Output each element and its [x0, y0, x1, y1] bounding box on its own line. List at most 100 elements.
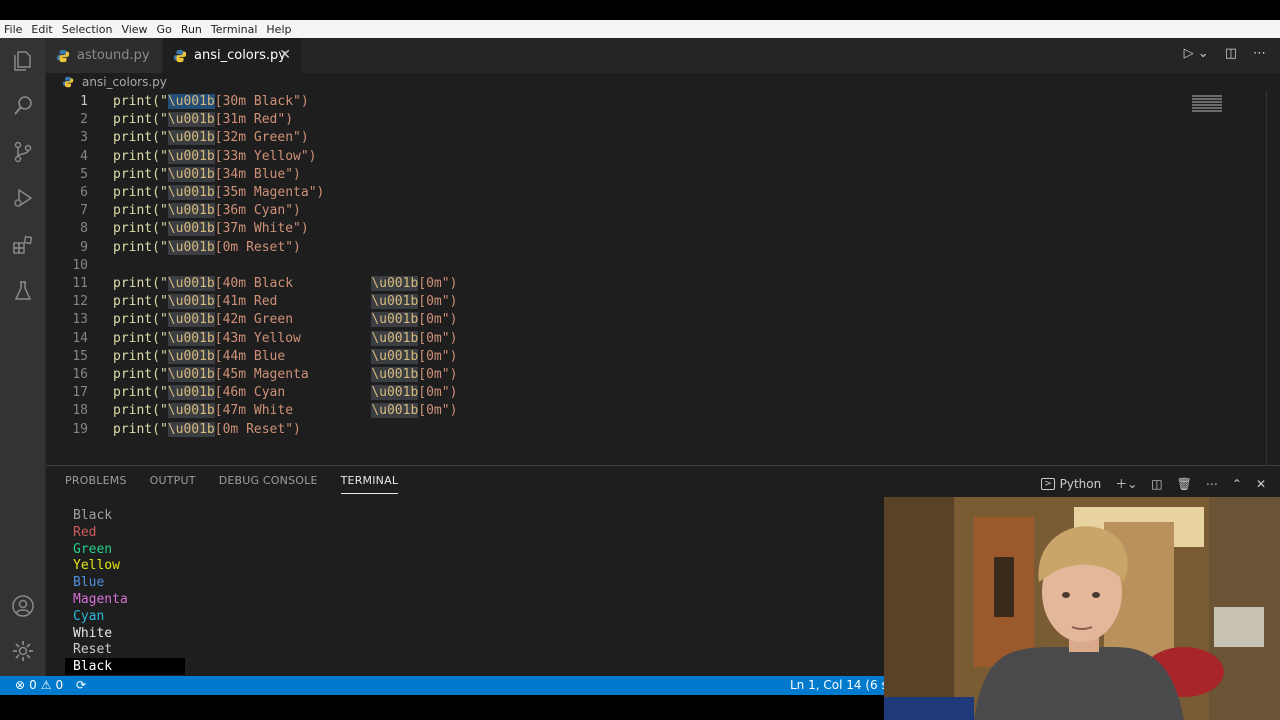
- code-token: \u001b: [167, 94, 215, 109]
- panel-tabs: PROBLEMS OUTPUT DEBUG CONSOLE TERMINAL: [65, 474, 399, 494]
- testing-icon[interactable]: [8, 276, 38, 306]
- menu-item[interactable]: View: [121, 23, 147, 36]
- code-line[interactable]: 16 print("\u001b[45m Magenta \u001b[0m"): [46, 366, 1186, 384]
- error-count: 0: [29, 678, 37, 692]
- panel-tab-debug-console[interactable]: DEBUG CONSOLE: [219, 474, 318, 494]
- minimap[interactable]: [1192, 95, 1222, 119]
- maximize-panel-icon[interactable]: ⌃: [1232, 477, 1242, 491]
- line-number: 4: [80, 148, 88, 164]
- new-terminal-icon[interactable]: ＋⌄: [1115, 475, 1137, 492]
- warning-count: 0: [55, 678, 64, 692]
- menu-item[interactable]: Go: [157, 23, 172, 36]
- more-actions-icon[interactable]: ⋯: [1206, 477, 1218, 491]
- explorer-icon[interactable]: [8, 46, 38, 76]
- terminal-profile[interactable]: > Python: [1041, 477, 1101, 491]
- code-line[interactable]: 14 print("\u001b[43m Yellow \u001b[0m"): [46, 330, 1186, 348]
- account-icon[interactable]: [8, 591, 38, 621]
- code-line[interactable]: 11 print("\u001b[40m Black \u001b[0m"): [46, 275, 1186, 293]
- code-line[interactable]: 10: [46, 257, 1186, 275]
- tab-astound-py[interactable]: astound.py: [46, 38, 162, 73]
- code-line[interactable]: 8 print("\u001b[37m White"): [46, 220, 1186, 238]
- code-line[interactable]: 6 print("\u001b[35m Magenta"): [46, 184, 1186, 202]
- code-line[interactable]: 19 print("\u001b[0m Reset"): [46, 421, 1186, 439]
- run-debug-icon[interactable]: [8, 183, 38, 213]
- code-line[interactable]: 15 print("\u001b[44m Blue \u001b[0m"): [46, 348, 1186, 366]
- menu-item[interactable]: Help: [266, 23, 291, 36]
- code-token: [0m"): [418, 276, 458, 291]
- line-number: 19: [72, 421, 88, 437]
- code-token: print(": [113, 166, 168, 182]
- settings-gear-icon[interactable]: [8, 636, 38, 666]
- split-terminal-icon[interactable]: ◫: [1151, 477, 1162, 491]
- code-text: print("\u001b[35m Magenta"): [113, 184, 324, 202]
- code-line[interactable]: 7 print("\u001b[36m Cyan"): [46, 202, 1186, 220]
- code-line[interactable]: 17 print("\u001b[46m Cyan \u001b[0m"): [46, 384, 1186, 402]
- code-line[interactable]: 12 print("\u001b[41m Red \u001b[0m"): [46, 293, 1186, 311]
- live-share-icon[interactable]: ⟳: [76, 678, 86, 692]
- line-number: 8: [80, 221, 88, 237]
- code-token: print(": [113, 112, 168, 128]
- code-line[interactable]: 1 print("\u001b[30m Black"): [46, 93, 1186, 111]
- code-line[interactable]: 2 print("\u001b[31m Red"): [46, 111, 1186, 129]
- terminal-output-line: Blue: [73, 575, 105, 591]
- menu-item[interactable]: Selection: [62, 23, 113, 36]
- menu-item[interactable]: Run: [181, 23, 202, 36]
- code-line[interactable]: 4 print("\u001b[33m Yellow"): [46, 148, 1186, 166]
- menu-item[interactable]: Edit: [31, 23, 52, 36]
- close-icon[interactable]: ✕: [279, 47, 291, 63]
- code-text: print("\u001b[43m Yellow \u001b[0m"): [113, 330, 457, 348]
- split-editor-icon[interactable]: ◫: [1225, 46, 1237, 61]
- menu-item[interactable]: File: [4, 23, 22, 36]
- code-token: [35m Magenta: [214, 185, 309, 200]
- panel-tab-terminal[interactable]: TERMINAL: [340, 474, 399, 494]
- code-token: [33m Yellow: [214, 148, 301, 164]
- code-text: print("\u001b[30m Black"): [113, 93, 309, 111]
- panel-tab-output[interactable]: OUTPUT: [150, 474, 196, 494]
- code-token: \u001b: [167, 112, 215, 128]
- code-token: [46m Cyan: [214, 385, 372, 401]
- code-line[interactable]: 18 print("\u001b[47m White \u001b[0m"): [46, 402, 1186, 420]
- breadcrumb[interactable]: ansi_colors.py: [46, 73, 1280, 91]
- code-token: [44m Blue: [214, 348, 372, 364]
- code-token: \u001b: [167, 221, 215, 237]
- warning-icon: ⚠: [40, 678, 52, 692]
- line-number: 1: [80, 94, 88, 109]
- terminal-output-line: White: [73, 625, 113, 641]
- code-token: print(": [113, 330, 168, 346]
- tab-ansi-colors-py[interactable]: ansi_colors.py ✕: [163, 38, 301, 73]
- code-token: "): [300, 148, 317, 164]
- search-icon[interactable]: [8, 91, 38, 121]
- code-text: print("\u001b[34m Blue"): [113, 166, 301, 184]
- editor-scrollbar[interactable]: [1266, 91, 1280, 465]
- kill-terminal-icon[interactable]: 🗑: [1177, 477, 1192, 491]
- menu-item[interactable]: Terminal: [211, 23, 258, 36]
- code-line[interactable]: 13 print("\u001b[42m Green \u001b[0m"): [46, 311, 1186, 329]
- extensions-icon[interactable]: [8, 230, 38, 260]
- code-line[interactable]: 9 print("\u001b[0m Reset"): [46, 239, 1186, 257]
- webcam-person-image: [884, 497, 1280, 720]
- code-token: "): [285, 203, 301, 219]
- code-line[interactable]: 5 print("\u001b[34m Blue"): [46, 166, 1186, 184]
- source-control-icon[interactable]: [8, 137, 38, 167]
- python-file-icon: [62, 76, 74, 88]
- code-token: [32m Green: [214, 130, 294, 146]
- code-text: print("\u001b[36m Cyan"): [113, 202, 301, 220]
- code-editor[interactable]: 1 print("\u001b[30m Black") 2 print("\u001b…: [46, 91, 1280, 465]
- code-line[interactable]: 3 print("\u001b[32m Green"): [46, 129, 1186, 147]
- breadcrumb-file[interactable]: ansi_colors.py: [82, 75, 167, 89]
- code-token: [0m Reset: [214, 239, 286, 255]
- code-token: print(": [113, 94, 168, 109]
- code-token: print(": [113, 130, 168, 146]
- close-panel-icon[interactable]: ✕: [1256, 477, 1266, 491]
- run-file-icon[interactable]: ▷ ⌄: [1184, 46, 1209, 61]
- more-actions-icon[interactable]: ⋯: [1253, 46, 1266, 61]
- code-token: \u001b: [371, 294, 419, 310]
- panel-tab-problems[interactable]: PROBLEMS: [65, 474, 127, 494]
- code-token: [0m"): [418, 367, 458, 382]
- code-token: [30m Black: [214, 94, 294, 109]
- problems-status[interactable]: ⊗ 0 ⚠ 0: [15, 678, 63, 692]
- line-number: 2: [80, 112, 88, 128]
- code-token: [36m Cyan: [214, 203, 286, 219]
- terminal-output-line: Magenta: [73, 592, 128, 607]
- terminal-output-line: Red: [73, 524, 97, 540]
